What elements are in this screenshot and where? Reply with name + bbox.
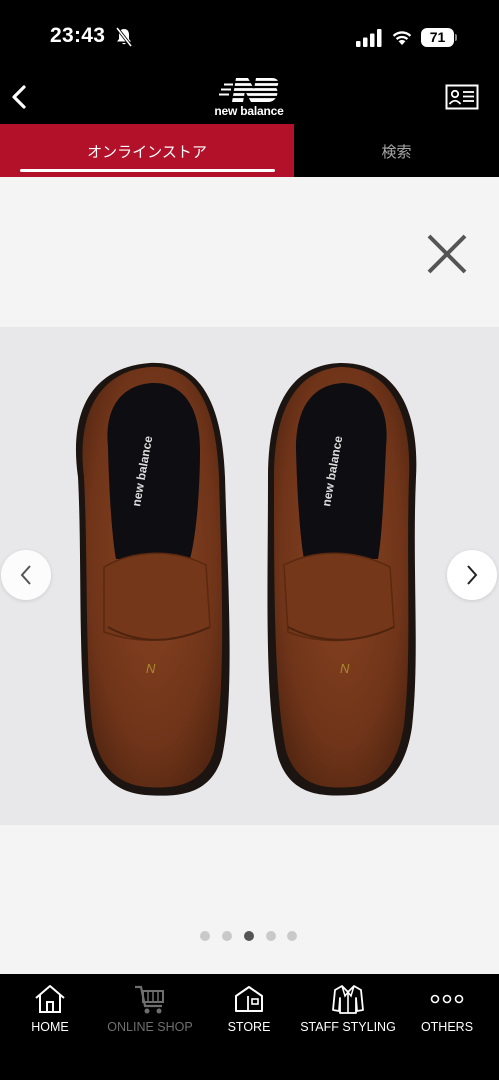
tab-search-label: 検索 [381,144,412,161]
tab-search[interactable]: 検索 [294,124,499,177]
close-icon[interactable] [424,231,470,277]
more-dots-icon [430,994,464,1004]
left-shoe: new balance N [75,362,230,796]
bottom-nav: HOME ONLINE SHOP STORE STAFF STYLING OTH… [0,974,499,1080]
nav-others[interactable]: OTHERS [397,974,497,1044]
logo-text: new balance [214,104,284,118]
nav-store[interactable]: STORE [199,974,299,1044]
pagination-dot[interactable] [222,931,232,941]
status-bar: 23:43 71 [0,0,499,74]
nav-home[interactable]: HOME [0,974,100,1044]
product-image[interactable]: new balance N new balance N [0,327,499,825]
image-viewer: new balance N new balance N [0,177,499,974]
chevron-right-icon [467,565,478,585]
status-time: 23:43 [50,24,106,47]
pagination-dot[interactable] [287,931,297,941]
cart-icon [135,985,164,1014]
jacket-icon [332,985,364,1014]
loafer-shoes-image: new balance N new balance N [75,362,417,796]
right-shoe: new balance N [267,362,417,796]
prev-image-button[interactable] [1,550,51,600]
svg-text:N: N [146,661,156,676]
pagination-dot[interactable] [266,931,276,941]
app-header: new balance [0,74,499,124]
active-tab-indicator [20,169,275,172]
home-icon [35,985,65,1013]
battery-icon: 71 [421,28,457,47]
nav-others-label: OTHERS [420,1020,474,1034]
member-card-icon[interactable] [445,84,479,110]
tab-online-store[interactable]: オンラインストア [0,124,294,177]
battery-level: 71 [421,28,454,47]
back-chevron-icon[interactable] [8,80,30,114]
pagination-dot[interactable] [200,931,210,941]
top-tabs: オンラインストア 検索 [0,124,499,177]
chevron-left-icon [20,565,31,585]
nb-logo-mark [218,78,280,102]
signal-icon [356,29,382,47]
nav-online-shop[interactable]: ONLINE SHOP [100,974,200,1044]
wifi-icon [392,31,412,45]
next-image-button[interactable] [447,550,497,600]
store-icon [235,986,263,1012]
carousel-pagination [200,931,300,941]
nav-staff-styling[interactable]: STAFF STYLING [298,974,398,1044]
svg-text:N: N [340,661,350,676]
bell-slash-icon [115,27,133,47]
tab-online-store-label: オンラインストア [87,144,207,161]
pagination-dot-active[interactable] [244,931,254,941]
nb-logo: new balance [208,76,290,120]
